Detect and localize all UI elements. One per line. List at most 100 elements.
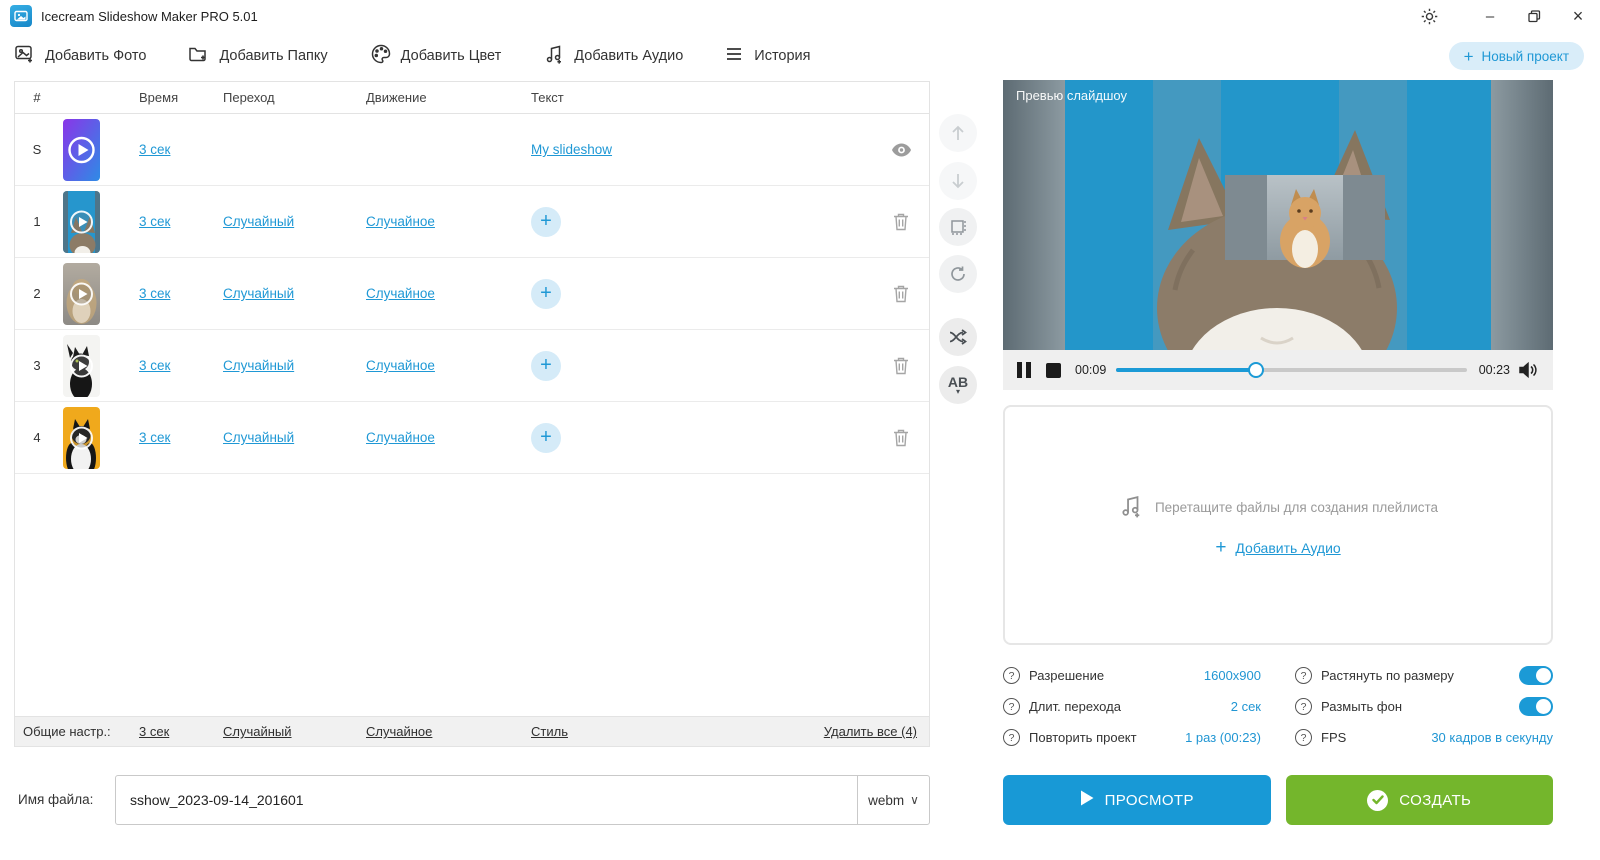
slider-thumb[interactable] [1248,362,1265,378]
crop-button[interactable] [939,208,977,246]
delete-slide-trash-icon[interactable] [873,284,929,303]
global-duration-link[interactable]: 3 сек [139,724,223,739]
slide-motion-link[interactable]: Случайное [366,358,531,373]
preview-video[interactable]: Превью слайдшоу [1003,80,1553,350]
window-title: Icecream Slideshow Maker PRO 5.01 [41,8,258,24]
slide-number: 4 [33,430,41,445]
settings-gear-icon[interactable] [1412,0,1446,32]
filename-field-group: webm ∨ [115,775,930,825]
shuffle-button[interactable] [939,318,977,356]
help-icon[interactable]: ? [1003,667,1020,684]
music-note-plus-icon [1118,493,1144,522]
audio-playlist-dropzone[interactable]: Перетащите файлы для создания плейлиста … [1003,405,1553,645]
global-style-link[interactable]: Стиль [531,724,824,739]
preview-button[interactable]: ПРОСМОТР [1003,775,1271,825]
current-time: 00:09 [1075,363,1107,377]
header-time: Время [139,90,179,105]
slide-table: # Время Переход Движение Текст S 3 сек M… [14,81,930,747]
minimize-button[interactable]: – [1468,0,1512,32]
add-audio-link[interactable]: + Добавить Аудио [1215,538,1340,557]
add-text-button[interactable]: + [531,350,561,381]
slide-transition-link[interactable]: Случайный [223,214,366,229]
slide-motion-link[interactable]: Случайное [366,214,531,229]
slide-thumbnail-photo[interactable] [63,262,100,325]
ab-transition-button[interactable]: AB ▾ [939,366,977,404]
new-project-button[interactable]: + Новый проект [1448,42,1584,70]
move-down-button[interactable] [939,162,977,200]
add-photo-button[interactable]: Добавить Фото [14,43,146,69]
app-logo-icon [10,5,32,27]
table-row: 2 3 сек Случайный Случайное + [15,258,929,330]
maximize-button[interactable] [1512,0,1556,32]
slide-title-link[interactable]: My slideshow [531,142,873,157]
check-icon [1367,789,1389,811]
fps-value[interactable]: 30 кадров в секунду [1431,730,1553,745]
global-settings-bar: Общие настр.: 3 сек Случайный Случайное … [15,716,929,746]
global-transition-link[interactable]: Случайный [223,724,366,739]
slide-duration-link[interactable]: 3 сек [139,358,223,373]
delete-slide-trash-icon[interactable] [873,356,929,375]
help-icon[interactable]: ? [1295,729,1312,746]
stretch-toggle[interactable] [1519,666,1553,685]
playback-controls: 00:09 00:23 [1003,350,1553,390]
preview-eye-icon[interactable] [873,143,929,157]
help-icon[interactable]: ? [1003,729,1020,746]
add-color-palette-icon [370,43,392,69]
slide-thumbnail-photo[interactable] [63,406,100,469]
create-button[interactable]: СОЗДАТЬ [1285,775,1553,825]
add-text-button[interactable]: + [531,206,561,237]
header-text: Текст [531,90,564,105]
progress-fill [1116,362,1265,378]
delete-slide-trash-icon[interactable] [873,212,929,231]
add-folder-button[interactable]: Добавить Папку [188,43,328,69]
action-buttons: ПРОСМОТР СОЗДАТЬ [1003,775,1553,825]
delete-all-link[interactable]: Удалить все (4) [824,724,929,739]
history-button[interactable]: История [725,46,811,66]
plus-icon: + [1215,537,1227,558]
slide-duration-link[interactable]: 3 сек [139,142,223,157]
move-up-button[interactable] [939,114,977,152]
slide-thumbnail-photo[interactable] [63,334,100,397]
preview-title: Превью слайдшоу [1016,88,1128,103]
setting-resolution: ? Разрешение 1600x900 [1003,667,1261,684]
table-row: S 3 сек My slideshow [15,114,929,186]
add-color-button[interactable]: Добавить Цвет [370,43,501,69]
slide-motion-link[interactable]: Случайное [366,286,531,301]
slide-transition-link[interactable]: Случайный [223,430,366,445]
blur-background-toggle[interactable] [1519,697,1553,716]
stop-button[interactable] [1046,362,1061,378]
slide-thumbnail-photo[interactable] [63,190,100,253]
slide-motion-link[interactable]: Случайное [366,430,531,445]
add-audio-note-icon [543,43,565,69]
header-motion: Движение [366,90,427,105]
help-icon[interactable]: ? [1295,667,1312,684]
add-audio-button[interactable]: Добавить Аудио [543,43,683,69]
seek-slider[interactable] [1116,362,1467,378]
slide-thumbnail-title[interactable] [63,118,100,181]
dropzone-hint: Перетащите файлы для создания плейлиста [1154,500,1439,515]
title-bar: Icecream Slideshow Maker PRO 5.01 – × [0,0,1600,32]
close-button[interactable]: × [1556,0,1600,32]
slide-transition-link[interactable]: Случайный [223,358,366,373]
add-text-button[interactable]: + [531,422,561,453]
format-select[interactable]: webm ∨ [857,776,929,824]
slide-duration-link[interactable]: 3 сек [139,286,223,301]
delete-slide-trash-icon[interactable] [873,428,929,447]
pause-button[interactable] [1017,362,1031,378]
add-photo-icon [14,43,36,69]
repeat-project-value[interactable]: 1 раз (00:23) [1185,730,1261,745]
slide-transition-link[interactable]: Случайный [223,286,366,301]
volume-icon[interactable] [1518,361,1539,379]
header-transition: Переход [223,90,275,105]
slide-number: 2 [33,286,41,301]
resolution-value[interactable]: 1600x900 [1204,668,1261,683]
slide-duration-link[interactable]: 3 сек [139,214,223,229]
global-motion-link[interactable]: Случайное [366,724,531,739]
transition-duration-value[interactable]: 2 сек [1231,699,1261,714]
help-icon[interactable]: ? [1003,698,1020,715]
slide-duration-link[interactable]: 3 сек [139,430,223,445]
filename-input[interactable] [116,776,854,824]
help-icon[interactable]: ? [1295,698,1312,715]
rotate-button[interactable] [939,255,977,293]
add-text-button[interactable]: + [531,278,561,309]
